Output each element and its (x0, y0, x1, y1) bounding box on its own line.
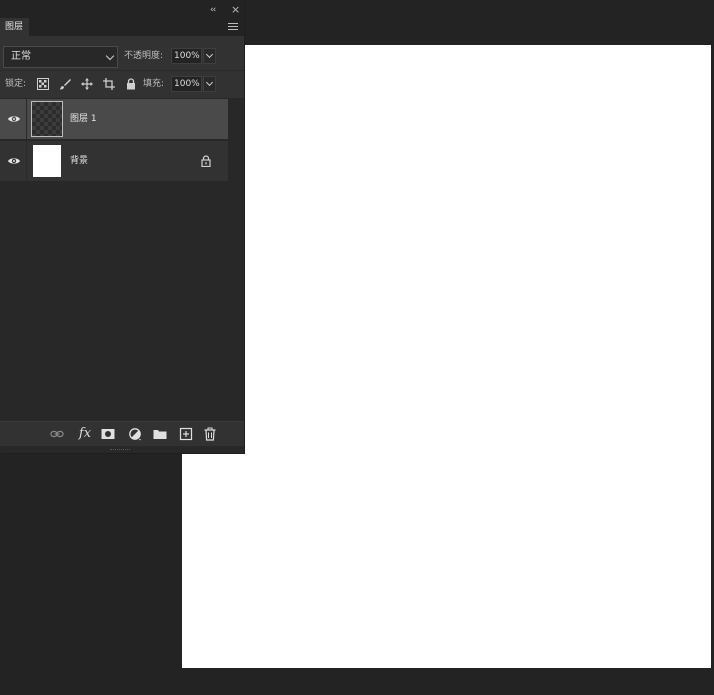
document-canvas[interactable] (182, 45, 711, 668)
layers-list: 图层 1 背景 (0, 99, 228, 181)
layers-bottom-toolbar: fx (0, 421, 244, 446)
fill-input[interactable]: 100% (171, 76, 202, 92)
adjustment-icon[interactable] (128, 427, 142, 441)
lock-artboard-crop-icon[interactable] (103, 78, 115, 90)
tab-layers[interactable]: 图层 (0, 18, 29, 36)
collapse-panel-button[interactable]: ‹‹ (210, 6, 216, 15)
lock-icon[interactable] (200, 155, 212, 167)
chevron-down-icon (205, 50, 214, 59)
fill-dropdown-button[interactable] (203, 76, 216, 92)
blend-opacity-row: 正常 不透明度: 100% (0, 36, 244, 70)
visibility-divider (26, 141, 27, 181)
layer-thumbnail[interactable] (31, 101, 63, 137)
link-icon[interactable] (50, 427, 64, 441)
panel-resize-grip[interactable] (0, 446, 244, 453)
close-panel-button[interactable]: × (231, 4, 240, 15)
panel-title-strip: ‹‹ × (0, 0, 244, 18)
panel-tab-bar: 图层 (0, 18, 244, 36)
layers-panel: ‹‹ × 图层 正常 不透明度: 100% 锁定: 填充: 100% 图层 1 … (0, 0, 244, 453)
lock-label: 锁定: (5, 79, 27, 89)
layer-thumbnail[interactable] (33, 145, 61, 177)
panel-menu-icon[interactable] (228, 23, 238, 31)
layer-name[interactable]: 背景 (70, 154, 88, 168)
trash-icon[interactable] (203, 427, 217, 441)
layer-row[interactable]: 背景 (0, 141, 228, 181)
eye-visibility-icon[interactable] (7, 113, 21, 125)
lock-transparent-pixels-icon[interactable] (37, 78, 49, 90)
new-layer-icon[interactable] (179, 427, 193, 441)
eye-visibility-icon[interactable] (7, 155, 21, 167)
chevron-down-icon (205, 78, 214, 87)
folder-icon[interactable] (153, 427, 167, 441)
lock-position-move-icon[interactable] (81, 78, 93, 90)
mask-icon[interactable] (101, 427, 115, 441)
visibility-divider (26, 99, 27, 139)
lock-all-icon[interactable] (125, 78, 137, 90)
blend-mode-value: 正常 (11, 51, 31, 62)
fx-icon[interactable]: fx (77, 427, 93, 441)
opacity-label: 不透明度: (124, 51, 164, 61)
lock-image-pixels-brush-icon[interactable] (59, 78, 71, 90)
layer-name[interactable]: 图层 1 (70, 112, 97, 126)
layer-row[interactable]: 图层 1 (0, 99, 228, 139)
blend-mode-select[interactable]: 正常 (3, 46, 118, 68)
opacity-input[interactable]: 100% (171, 48, 202, 64)
lock-fill-row: 锁定: 填充: 100% (0, 70, 244, 98)
chevron-down-icon (105, 51, 115, 61)
opacity-dropdown-button[interactable] (203, 48, 216, 64)
fill-label: 填充: (143, 79, 165, 89)
